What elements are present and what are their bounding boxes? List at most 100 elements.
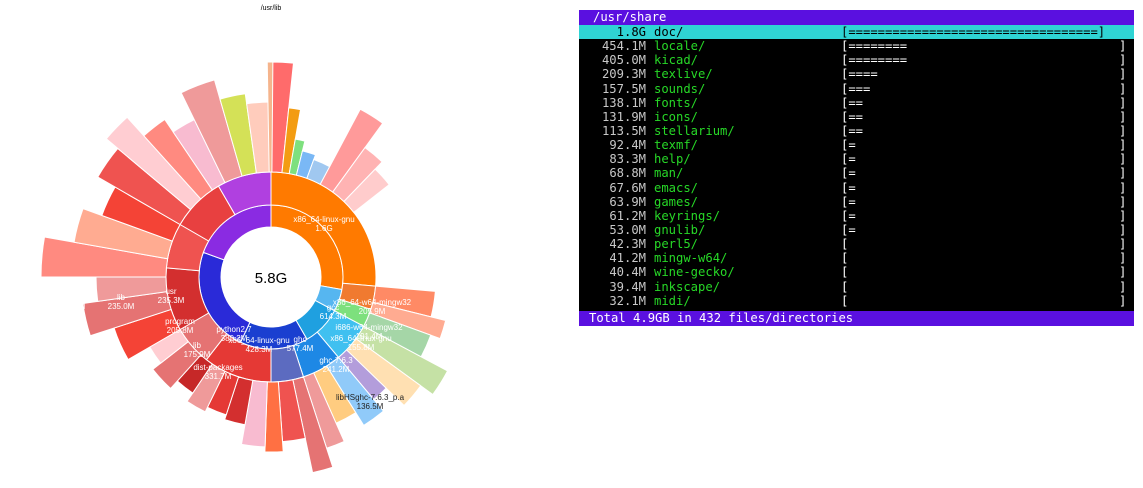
segment-label-name: lib bbox=[117, 293, 126, 302]
segment-label-name: x86_64-linux-gnu bbox=[293, 215, 354, 224]
usage-bar-end: ] bbox=[1119, 293, 1127, 308]
usage-bar-end: ] bbox=[1119, 123, 1127, 138]
entry-row[interactable]: 41.2M mingw-w64/ [] bbox=[579, 251, 1134, 265]
usage-bar: [ bbox=[841, 293, 849, 308]
segment-label-size: 614.3M bbox=[320, 312, 347, 321]
usage-bar-end: ] bbox=[1119, 138, 1127, 153]
entry-name: help/ bbox=[654, 152, 691, 167]
entry-size: 113.5M bbox=[601, 123, 646, 138]
usage-bar: [ bbox=[841, 279, 849, 294]
usage-bar: [ bbox=[841, 237, 849, 252]
usage-bar: [======== bbox=[841, 39, 908, 54]
entry-row[interactable]: 42.3M perl5/ [] bbox=[579, 237, 1134, 251]
entry-row[interactable]: 67.6M emacs/ [=] bbox=[579, 181, 1134, 195]
entry-row[interactable]: 157.5M sounds/ [===] bbox=[579, 82, 1134, 96]
segment-label-size: 235.0M bbox=[108, 302, 135, 311]
usage-bar: [== bbox=[841, 123, 864, 138]
usage-bar-end: ] bbox=[1119, 208, 1127, 223]
entry-row[interactable]: 83.3M help/ [=] bbox=[579, 152, 1134, 166]
usage-bar-end: ] bbox=[1119, 67, 1127, 82]
segment-label-size: 205.8M bbox=[167, 326, 194, 335]
path-header: /usr/share bbox=[579, 10, 1134, 25]
usage-bar: [=== bbox=[841, 81, 871, 96]
usage-bar: [== bbox=[841, 95, 864, 110]
entry-row[interactable]: 113.5M stellarium/ [==] bbox=[579, 124, 1134, 138]
entry-row[interactable]: 92.4M texmf/ [=] bbox=[579, 138, 1134, 152]
segment-label-size: 1.6G bbox=[315, 224, 332, 233]
segment-label-name: x86_64-linux-gnu bbox=[330, 334, 391, 343]
entry-name: kicad/ bbox=[654, 53, 699, 68]
entry-name: mingw-w64/ bbox=[654, 251, 728, 266]
entry-row[interactable]: 53.0M gnulib/ [=] bbox=[579, 223, 1134, 237]
segment-label-name: libHSghc-7.6.3_p.a bbox=[336, 393, 405, 402]
root-label: /usr/lib bbox=[261, 5, 282, 12]
entry-row[interactable]: 63.9M games/ [=] bbox=[579, 195, 1134, 209]
entry-size: 209.3M bbox=[601, 67, 646, 82]
entry-size: 41.2M bbox=[609, 251, 646, 266]
entry-size: 1.8G bbox=[616, 25, 646, 39]
current-path: /usr/share bbox=[593, 10, 667, 24]
total-summary: Total 4.9GB in 432 files/directories bbox=[589, 311, 854, 325]
entry-row[interactable]: 68.8M man/ [=] bbox=[579, 166, 1134, 180]
entry-size: 53.0M bbox=[609, 222, 646, 237]
entry-name: texlive/ bbox=[654, 67, 713, 82]
ncdu-terminal[interactable]: /usr/share 1.8G doc/ [====================… bbox=[579, 10, 1134, 326]
entry-row[interactable]: 1.8G doc/ [===============================… bbox=[579, 25, 1134, 40]
segment-label-name: x86_64-w64-mingw32 bbox=[333, 298, 412, 307]
segment-label-size: 205.9M bbox=[359, 307, 386, 316]
segment-label-name: ghc bbox=[294, 335, 307, 344]
usage-bar-end: ] bbox=[1119, 53, 1127, 68]
disk-usage-sunburst[interactable]: 5.8G /usr/lib x86_64-linux-gnu1.6Gusr235… bbox=[0, 0, 560, 488]
entry-name: perl5/ bbox=[654, 237, 699, 252]
entry-size: 454.1M bbox=[601, 39, 646, 54]
usage-bar-end: ] bbox=[1119, 265, 1127, 280]
entry-name: doc/ bbox=[654, 25, 684, 39]
entry-row[interactable]: 131.9M icons/ [==] bbox=[579, 110, 1134, 124]
entry-row[interactable]: 40.4M wine-gecko/ [] bbox=[579, 265, 1134, 279]
segment-label-name: ghc-7.6.3 bbox=[319, 356, 353, 365]
usage-bar: [= bbox=[841, 152, 856, 167]
usage-bar: [= bbox=[841, 180, 856, 195]
usage-bar-end: ] bbox=[1119, 152, 1127, 167]
entry-row[interactable]: 39.4M inkscape/ [] bbox=[579, 280, 1134, 294]
entry-size: 39.4M bbox=[609, 279, 646, 294]
segment-label-size: 428.3M bbox=[246, 345, 273, 354]
entry-row[interactable]: 61.2M keyrings/ [=] bbox=[579, 209, 1134, 223]
entry-name: fonts/ bbox=[654, 95, 699, 110]
entry-name: wine-gecko/ bbox=[654, 265, 735, 280]
usage-bar: [==================================] bbox=[841, 25, 1106, 39]
entry-size: 83.3M bbox=[609, 152, 646, 167]
segment-label-name: dist-packages bbox=[193, 363, 242, 372]
entry-name: gnulib/ bbox=[654, 222, 706, 237]
entry-row[interactable]: 405.0M kicad/ [========] bbox=[579, 53, 1134, 67]
segment-label-name: program bbox=[165, 317, 195, 326]
entry-row[interactable]: 32.1M midi/ [] bbox=[579, 294, 1134, 308]
segment-label-size: 175.9M bbox=[184, 350, 211, 359]
entry-row[interactable]: 209.3M texlive/ [====] bbox=[579, 67, 1134, 81]
segment-label-size: 136.5M bbox=[357, 402, 384, 411]
usage-bar-end: ] bbox=[1119, 166, 1127, 181]
entry-size: 92.4M bbox=[609, 138, 646, 153]
usage-bar: [= bbox=[841, 138, 856, 153]
usage-bar: [ bbox=[841, 251, 849, 266]
entry-name: locale/ bbox=[654, 39, 706, 54]
segment-label-name: i686-w64-mingw32 bbox=[335, 323, 403, 332]
entry-size: 405.0M bbox=[601, 53, 646, 68]
usage-bar: [ bbox=[841, 265, 849, 280]
entry-name: sounds/ bbox=[654, 81, 706, 96]
entry-size: 61.2M bbox=[609, 208, 646, 223]
entry-name: icons/ bbox=[654, 109, 699, 124]
center-total: 5.8G bbox=[255, 270, 288, 287]
entry-size: 42.3M bbox=[609, 237, 646, 252]
usage-bar: [= bbox=[841, 208, 856, 223]
usage-bar-end: ] bbox=[1119, 194, 1127, 209]
entry-row[interactable]: 454.1M locale/ [========] bbox=[579, 39, 1134, 53]
usage-bar-end: ] bbox=[1119, 39, 1127, 54]
entry-row[interactable]: 138.1M fonts/ [==] bbox=[579, 96, 1134, 110]
segment-label-size: 235.3M bbox=[158, 296, 185, 305]
entry-size: 157.5M bbox=[601, 81, 646, 96]
segment-label-size: 331.7M bbox=[205, 372, 232, 381]
segment-label-name: usr bbox=[165, 287, 176, 296]
usage-bar-end: ] bbox=[1119, 180, 1127, 195]
entry-name: stellarium/ bbox=[654, 123, 735, 138]
